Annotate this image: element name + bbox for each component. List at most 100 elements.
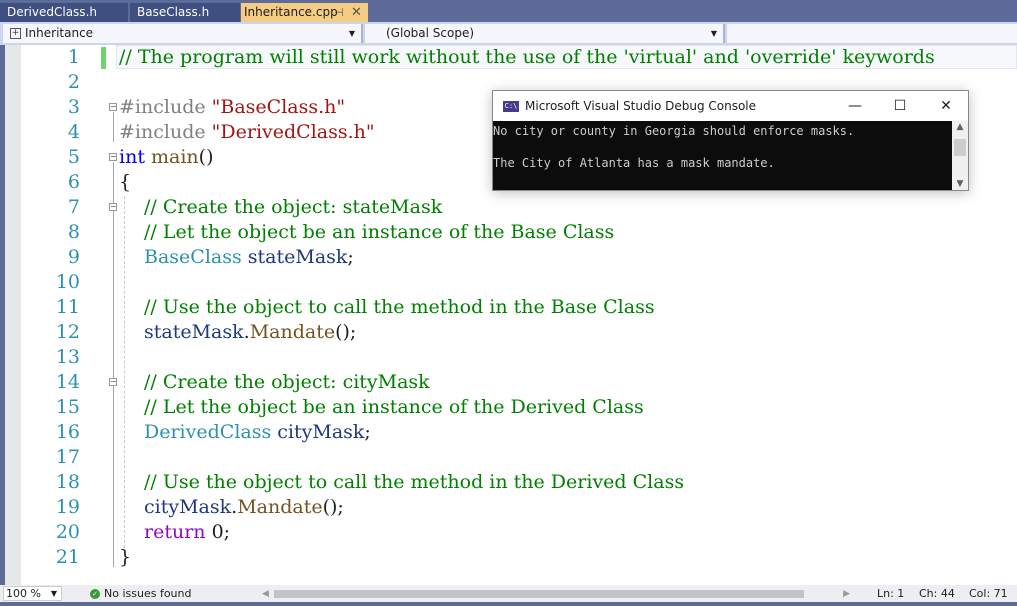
line-number: 10 (55, 271, 80, 293)
punctuation: ; (364, 421, 371, 443)
indent-guide (124, 196, 125, 548)
tab-derivedclass-h[interactable]: DerivedClass.h (0, 3, 128, 22)
line-number: 7 (67, 196, 80, 218)
function-name: main (151, 146, 199, 168)
collapse-toggle-icon[interactable]: − (109, 103, 117, 111)
zoom-dropdown[interactable]: 100 % ▼ (3, 586, 62, 601)
console-vertical-scrollbar[interactable]: ▲ ▼ (952, 121, 968, 190)
code-line-12: stateMask.Mandate(); (144, 320, 356, 345)
console-title-bar[interactable]: C:\ Microsoft Visual Studio Debug Consol… (493, 91, 968, 121)
debug-console-window[interactable]: C:\ Microsoft Visual Studio Debug Consol… (492, 90, 969, 191)
code-line-4: #include "DerivedClass.h" (119, 120, 375, 145)
punctuation: (); (335, 321, 357, 343)
code-line-6: { (119, 171, 132, 193)
line-number: 20 (55, 521, 80, 543)
collapse-toggle-icon[interactable]: − (109, 153, 117, 161)
include-path: "DerivedClass.h" (211, 121, 375, 143)
code-line-20: return 0; (144, 520, 230, 545)
line-number: 13 (55, 346, 80, 368)
chevron-down-icon: ▼ (348, 29, 355, 38)
char-indicator[interactable]: Ch: 44 (919, 585, 955, 602)
navigation-bar: + Inheritance ▼ (Global Scope) ▼ (0, 22, 1017, 45)
preprocessor-directive: #include (119, 96, 212, 118)
code-line-1: // The program will still work without t… (119, 46, 935, 68)
close-icon[interactable]: ✕ (351, 3, 362, 22)
line-number: 12 (55, 321, 80, 343)
scroll-left-icon[interactable]: ◀ (262, 586, 269, 603)
punctuation: () (198, 146, 214, 168)
change-tracking-bar (101, 47, 106, 69)
variable-name: cityMask (277, 421, 365, 443)
minimize-button[interactable]: — (840, 91, 870, 121)
tab-baseclass-h[interactable]: BaseClass.h (130, 3, 240, 22)
column-indicator[interactable]: Col: 71 (969, 585, 1008, 602)
preprocessor-directive: #include (119, 121, 212, 143)
chevron-down-icon: ▼ (710, 29, 717, 38)
tab-label: Inheritance.cpp (244, 5, 338, 19)
punctuation: ; (347, 246, 354, 268)
line-number: 14 (55, 371, 80, 393)
console-title: Microsoft Visual Studio Debug Console (525, 99, 757, 113)
scroll-down-icon[interactable]: ▼ (952, 179, 968, 189)
outline-guide (113, 162, 114, 567)
collapse-toggle-icon[interactable]: − (109, 203, 117, 211)
code-line-19: cityMask.Mandate(); (144, 495, 344, 520)
variable-name: cityMask (144, 496, 232, 518)
code-line-9: BaseClass stateMask; (144, 245, 354, 270)
indicator-margin (5, 45, 21, 585)
project-dropdown[interactable]: + Inheritance ▼ (3, 24, 363, 43)
variable-name: stateMask (247, 246, 348, 268)
bottom-border (0, 602, 1017, 606)
zoom-level: 100 % (6, 587, 41, 600)
function-name: Mandate (237, 496, 323, 518)
keyword: return (144, 521, 206, 543)
console-app-icon: C:\ (503, 101, 519, 112)
member-dropdown[interactable] (727, 24, 1017, 43)
project-icon: + (10, 28, 21, 39)
tab-label: DerivedClass.h (7, 5, 97, 19)
scroll-thumb[interactable] (274, 590, 804, 598)
keyword: int (119, 146, 145, 168)
code-line-5: int main() (119, 145, 214, 170)
code-line-15: // Let the object be an instance of the … (144, 396, 644, 418)
line-number: 9 (67, 246, 80, 268)
console-output: No city or county in Georgia should enfo… (493, 121, 952, 190)
line-indicator[interactable]: Ln: 1 (877, 585, 904, 602)
line-number: 3 (67, 96, 80, 118)
line-number: 6 (67, 171, 80, 193)
code-line-8: // Let the object be an instance of the … (144, 221, 615, 243)
code-line-14: // Create the object: cityMask (144, 371, 430, 393)
line-number: 8 (67, 221, 80, 243)
include-path: "BaseClass.h" (211, 96, 346, 118)
line-number: 19 (55, 496, 80, 518)
check-circle-icon: ✓ (90, 589, 100, 599)
scroll-up-icon[interactable]: ▲ (952, 122, 968, 132)
variable-name: stateMask (144, 321, 244, 343)
function-name: Mandate (249, 321, 336, 343)
code-line-16: DerivedClass cityMask; (144, 420, 371, 445)
line-number: 18 (55, 471, 80, 493)
code-line-7: // Create the object: stateMask (144, 196, 443, 218)
line-number: 4 (67, 121, 80, 143)
tab-label: BaseClass.h (137, 5, 210, 19)
return-value: 0; (205, 521, 231, 543)
type-name: BaseClass (144, 246, 242, 268)
pin-icon[interactable]: ⊣ (334, 3, 344, 22)
line-number: 2 (67, 71, 80, 93)
code-line-21: } (119, 546, 132, 568)
close-button[interactable]: ✕ (931, 91, 961, 121)
tab-inheritance-cpp[interactable]: Inheritance.cpp ⊣ ✕ (241, 3, 368, 22)
collapse-toggle-icon[interactable]: − (109, 378, 117, 386)
punctuation: (); (322, 496, 344, 518)
horizontal-scrollbar[interactable]: ◀ ▶ (262, 586, 850, 601)
scroll-right-icon[interactable]: ▶ (843, 586, 850, 603)
editor-status-bar: 100 % ▼ ✓ No issues found ◀ ▶ Ln: 1 Ch: 4… (0, 585, 1017, 602)
scope-name: (Global Scope) (386, 26, 475, 40)
line-number: 16 (55, 421, 80, 443)
scope-dropdown[interactable]: (Global Scope) ▼ (365, 24, 725, 43)
code-line-11: // Use the object to call the method in … (144, 296, 655, 318)
maximize-button[interactable]: ☐ (885, 91, 915, 121)
line-number: 1 (67, 46, 80, 68)
scroll-thumb[interactable] (954, 139, 966, 156)
issues-indicator[interactable]: ✓ No issues found (90, 585, 191, 602)
